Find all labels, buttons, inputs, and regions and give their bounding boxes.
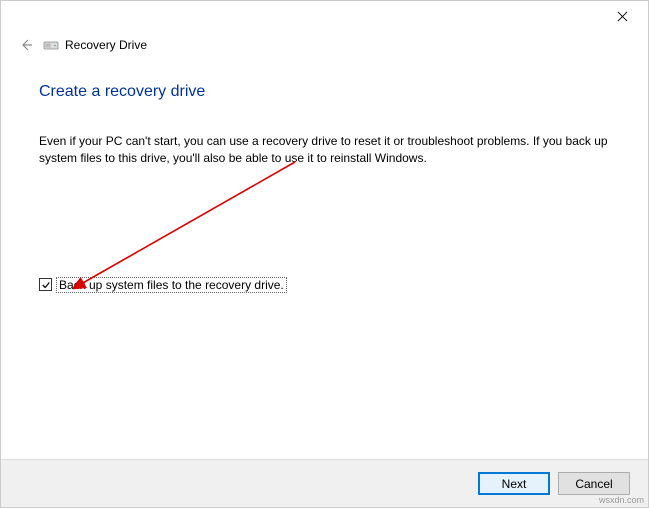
titlebar	[1, 1, 648, 31]
watermark: wsxdn.com	[599, 495, 644, 505]
cancel-button[interactable]: Cancel	[558, 472, 630, 495]
footer: Next Cancel	[1, 459, 648, 507]
back-arrow-icon	[18, 37, 34, 53]
checkbox-label: Back up system files to the recovery dri…	[56, 277, 287, 293]
wizard-description: Even if your PC can't start, you can use…	[39, 133, 610, 167]
checkbox-row: Back up system files to the recovery dri…	[39, 277, 610, 293]
checkbox-box	[39, 278, 52, 291]
backup-checkbox[interactable]: Back up system files to the recovery dri…	[39, 277, 287, 293]
drive-icon	[43, 39, 59, 51]
header-row: Recovery Drive	[1, 31, 648, 59]
close-button[interactable]	[602, 3, 642, 29]
next-button[interactable]: Next	[478, 472, 550, 495]
window-title: Recovery Drive	[65, 38, 147, 52]
content-area: Create a recovery drive Even if your PC …	[1, 59, 648, 293]
close-icon	[617, 11, 628, 22]
checkmark-icon	[41, 280, 51, 290]
wizard-heading: Create a recovery drive	[39, 83, 610, 101]
back-button[interactable]	[17, 36, 35, 54]
